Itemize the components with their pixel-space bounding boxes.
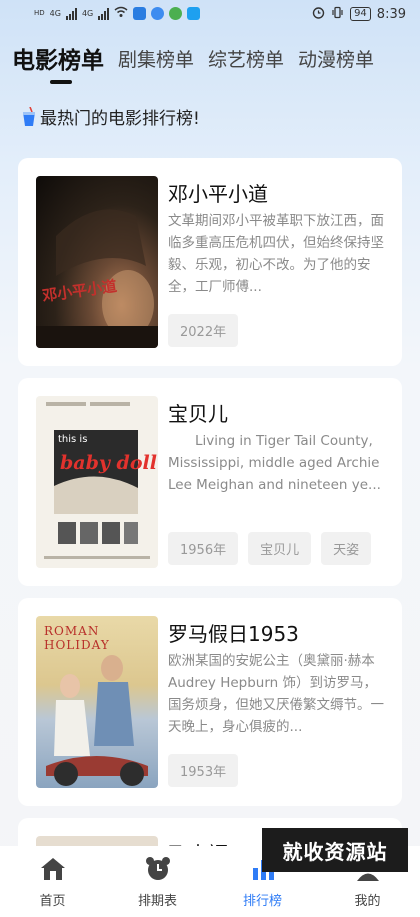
nav-schedule[interactable]: 排期表 (105, 846, 210, 917)
movie-poster: 邓小平小道 (36, 176, 158, 348)
battery-indicator: 94 (350, 7, 371, 21)
movie-card[interactable]: ROMAN HOLIDAY 罗马假日1953 欧洲某国的安妮公主（奥黛丽·赫本 … (18, 598, 402, 806)
movie-title: 邓小平小道 (168, 182, 268, 206)
year-tag[interactable]: 1956年 (168, 532, 239, 565)
section-headline: 最热门的电影排行榜! (22, 104, 200, 129)
drink-cup-icon (22, 106, 36, 127)
nav-home[interactable]: 首页 (0, 846, 105, 917)
poster-title-text: ROMAN HOLIDAY (44, 624, 110, 652)
keyword-tag[interactable]: 宝贝儿 (248, 532, 312, 565)
home-icon (39, 856, 67, 886)
movie-tags: 1953年 (168, 754, 239, 787)
poster-art (44, 402, 150, 559)
network-label-1: 4G (49, 9, 61, 18)
movie-card[interactable]: this is baby doll 宝贝儿 Living in Tiger Ta… (18, 378, 402, 586)
app-notification-icon (133, 7, 147, 20)
tab-anime[interactable]: 动漫榜单 (298, 45, 374, 72)
poster-tagline: this is (58, 434, 88, 445)
app-notification-icon-3 (187, 7, 201, 20)
tab-variety[interactable]: 综艺榜单 (208, 45, 284, 72)
nav-profile-label: 我的 (354, 894, 381, 909)
nav-home-label: 首页 (39, 894, 66, 909)
poster-title-text: baby doll (60, 452, 157, 474)
wechat-icon (169, 7, 183, 20)
nav-schedule-label: 排期表 (137, 894, 177, 909)
vibrate-icon (331, 6, 344, 22)
category-tabs: 电影榜单 剧集榜单 综艺榜单 动漫榜单 (12, 36, 420, 84)
tab-series[interactable]: 剧集榜单 (118, 45, 194, 72)
status-right: 94 8:39 (312, 6, 406, 22)
movie-title: 罗马假日1953 (168, 622, 299, 646)
movie-description: 欧洲某国的安妮公主（奥黛丽·赫本 Audrey Hepburn 饰）到访罗马，国… (168, 653, 384, 735)
movie-poster: ROMAN HOLIDAY (36, 616, 158, 788)
headline-text: 最热门的电影排行榜! (40, 109, 200, 129)
clock: 8:39 (376, 6, 406, 22)
status-left: HD 4G 4G (34, 6, 201, 21)
watermark: 就收资源站 (262, 828, 408, 872)
year-tag[interactable]: 2022年 (168, 314, 239, 347)
network-label-2: 4G (81, 9, 94, 18)
poster-art (36, 209, 158, 348)
signal-icon (65, 7, 77, 20)
hd-label-1: HD (34, 9, 45, 17)
alarm-clock-icon (144, 856, 172, 886)
movie-tags: 1956年 宝贝儿 天姿 (168, 532, 372, 565)
movie-description: Living in Tiger Tail County, Mississippi… (168, 433, 381, 493)
nav-ranking-label: 排行榜 (242, 894, 282, 909)
movie-poster: this is baby doll (36, 396, 158, 568)
movie-title: 宝贝儿 (168, 402, 228, 426)
movie-card[interactable]: 邓小平小道 邓小平小道 文革期间邓小平被革职下放江西，面临多重高压危机四伏，但始… (18, 158, 402, 366)
keyword-tag[interactable]: 天姿 (321, 532, 372, 565)
year-tag[interactable]: 1953年 (168, 754, 239, 787)
app-notification-icon-2 (151, 7, 165, 20)
movie-description: 文革期间邓小平被革职下放江西，面临多重高压危机四伏，但始终保持坚毅、乐观，初心不… (168, 213, 384, 295)
signal-icon-2 (98, 7, 110, 20)
status-bar: HD 4G 4G 94 8:39 (0, 0, 420, 32)
movie-tags: 2022年 (168, 314, 239, 347)
alarm-icon (312, 6, 325, 22)
tab-movies[interactable]: 电影榜单 (12, 41, 104, 84)
wifi-icon (114, 6, 128, 21)
